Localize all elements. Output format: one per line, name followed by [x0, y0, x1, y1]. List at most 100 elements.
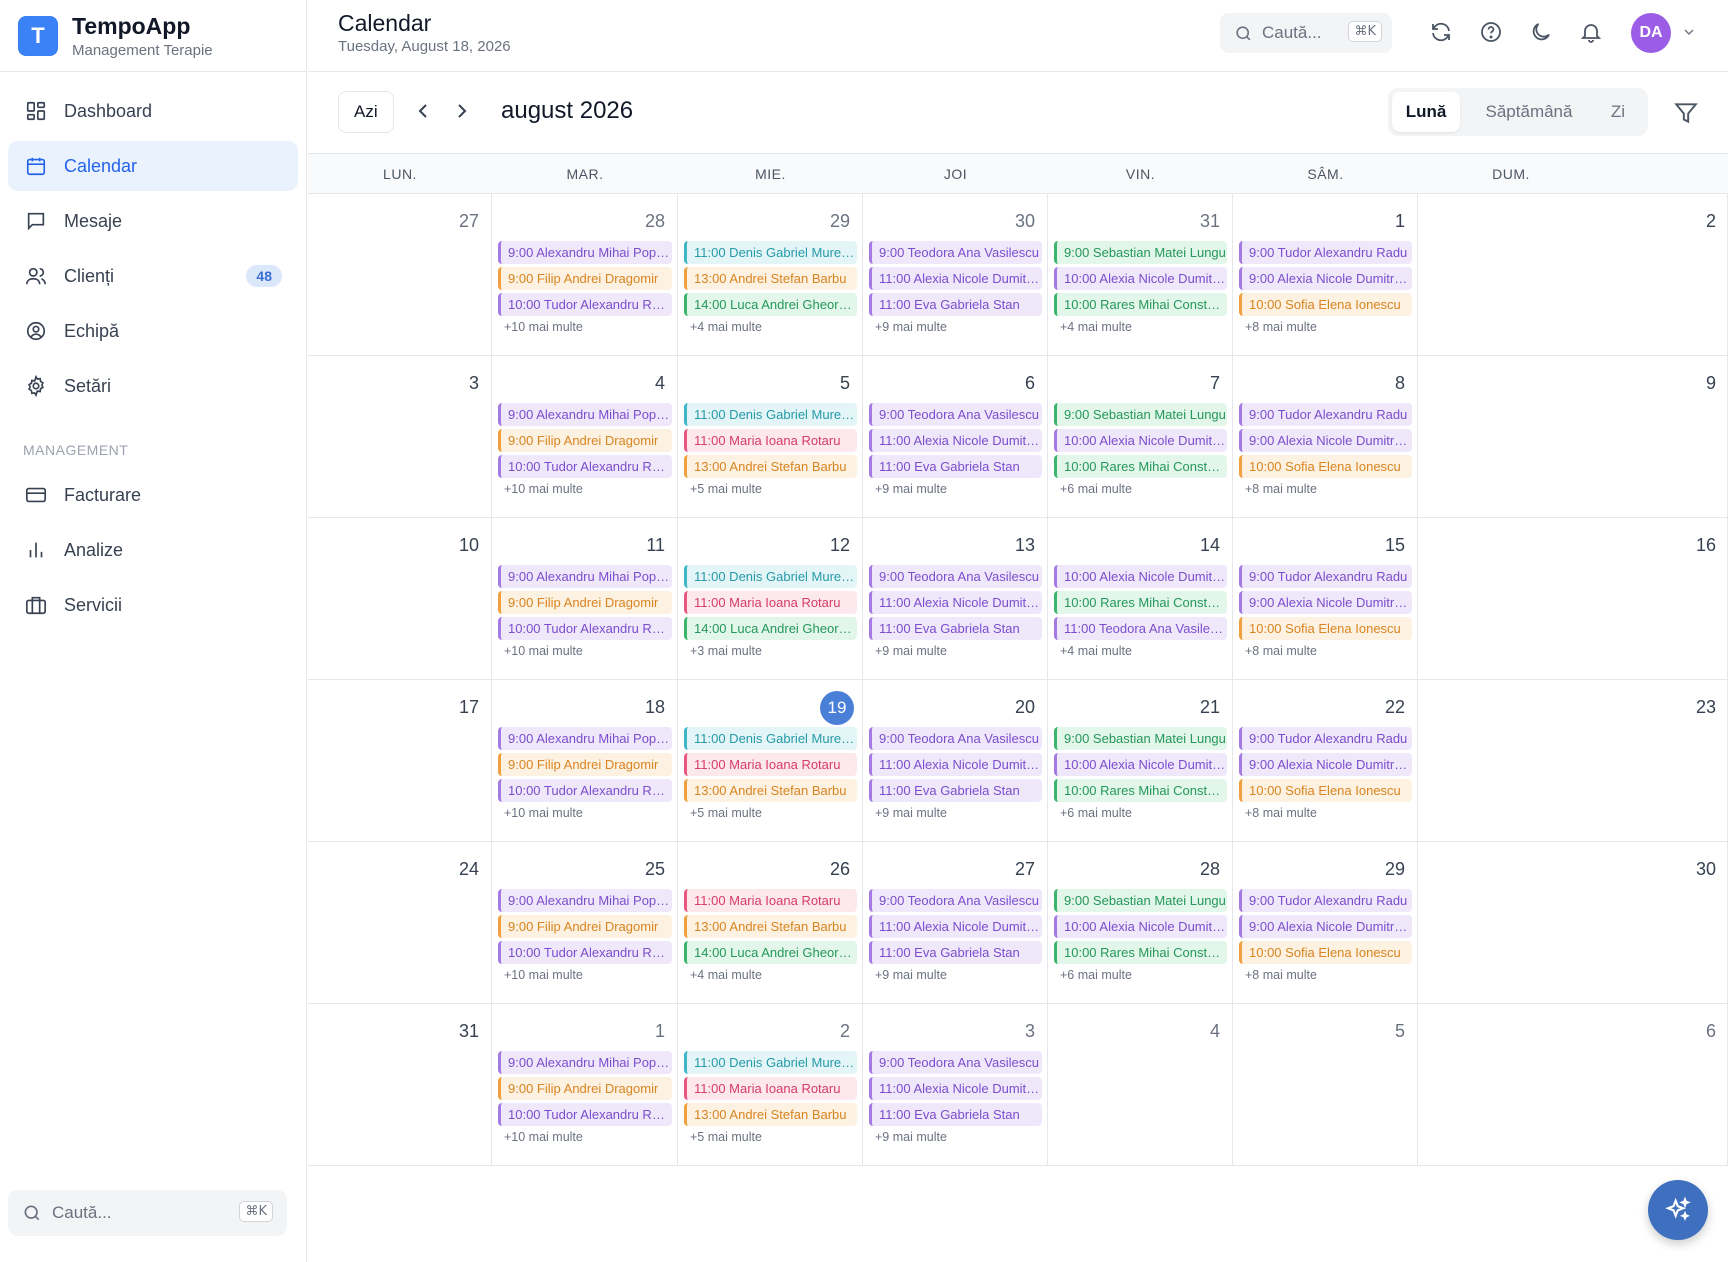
more-events-link[interactable]: +6 mai multe [1060, 806, 1132, 820]
event-chip[interactable]: 10:00 Rares Mihai Constantin [1054, 455, 1227, 478]
day-cell[interactable]: 23 [1418, 680, 1728, 842]
event-chip[interactable]: 11:00 Maria Ioana Rotaru [684, 753, 857, 776]
moon-icon[interactable] [1527, 18, 1555, 46]
sidebar-item-services[interactable]: Servicii [8, 580, 298, 630]
day-cell[interactable]: 11 9:00 Alexandru Mihai Popescu 9:00 Filip… [492, 518, 678, 680]
more-events-link[interactable]: +9 mai multe [875, 320, 947, 334]
event-chip[interactable]: 11:00 Alexia Nicole Dumitrescu [869, 429, 1042, 452]
day-cell[interactable]: 7 9:00 Sebastian Matei Lungu 10:00 Alexia … [1048, 356, 1233, 518]
event-chip[interactable]: 9:00 Teodora Ana Vasilescu [869, 1051, 1042, 1074]
day-cell[interactable]: 6 [1418, 1004, 1728, 1166]
day-cell[interactable]: 27 [308, 194, 492, 356]
event-chip[interactable]: 10:00 Sofia Elena Ionescu [1239, 779, 1412, 802]
event-chip[interactable]: 9:00 Sebastian Matei Lungu [1054, 403, 1227, 426]
event-chip[interactable]: 14:00 Luca Andrei Gheorghe [684, 293, 857, 316]
event-chip[interactable]: 9:00 Tudor Alexandru Radu [1239, 889, 1412, 912]
event-chip[interactable]: 10:00 Tudor Alexandru Radu [498, 779, 672, 802]
more-events-link[interactable]: +5 mai multe [690, 1130, 762, 1144]
event-chip[interactable]: 10:00 Rares Mihai Constantin [1054, 779, 1227, 802]
more-events-link[interactable]: +9 mai multe [875, 644, 947, 658]
event-chip[interactable]: 9:00 Tudor Alexandru Radu [1239, 727, 1412, 750]
day-cell[interactable]: 5 [1233, 1004, 1418, 1166]
more-events-link[interactable]: +3 mai multe [690, 644, 762, 658]
event-chip[interactable]: 10:00 Sofia Elena Ionescu [1239, 617, 1412, 640]
event-chip[interactable]: 11:00 Denis Gabriel Muresan [684, 727, 857, 750]
more-events-link[interactable]: +9 mai multe [875, 806, 947, 820]
event-chip[interactable]: 10:00 Alexia Nicole Dumitrescu [1054, 267, 1227, 290]
event-chip[interactable]: 10:00 Tudor Alexandru Radu [498, 293, 672, 316]
event-chip[interactable]: 11:00 Eva Gabriela Stan [869, 455, 1042, 478]
ai-assistant-button[interactable] [1648, 1180, 1708, 1240]
event-chip[interactable]: 11:00 Alexia Nicole Dumitrescu [869, 915, 1042, 938]
event-chip[interactable]: 9:00 Alexia Nicole Dumitrescu [1239, 591, 1412, 614]
event-chip[interactable]: 11:00 Maria Ioana Rotaru [684, 429, 857, 452]
more-events-link[interactable]: +8 mai multe [1245, 320, 1317, 334]
event-chip[interactable]: 11:00 Eva Gabriela Stan [869, 779, 1042, 802]
event-chip[interactable]: 9:00 Alexia Nicole Dumitrescu [1239, 753, 1412, 776]
day-cell[interactable]: 29 11:00 Denis Gabriel Muresan 13:00 Andre… [678, 194, 863, 356]
event-chip[interactable]: 10:00 Alexia Nicole Dumitrescu [1054, 753, 1227, 776]
view-month-button[interactable]: Lună [1392, 92, 1460, 132]
event-chip[interactable]: 9:00 Sebastian Matei Lungu [1054, 889, 1227, 912]
event-chip[interactable]: 9:00 Teodora Ana Vasilescu [869, 565, 1042, 588]
event-chip[interactable]: 10:00 Alexia Nicole Dumitrescu [1054, 429, 1227, 452]
more-events-link[interactable]: +4 mai multe [1060, 644, 1132, 658]
chevron-down-icon[interactable] [1681, 24, 1697, 45]
more-events-link[interactable]: +4 mai multe [1060, 320, 1132, 334]
event-chip[interactable]: 10:00 Alexia Nicole Dumitrescu [1054, 915, 1227, 938]
event-chip[interactable]: 14:00 Luca Andrei Gheorghe [684, 941, 857, 964]
day-cell[interactable]: 18 9:00 Alexandru Mihai Popescu 9:00 Filip… [492, 680, 678, 842]
more-events-link[interactable]: +4 mai multe [690, 968, 762, 982]
event-chip[interactable]: 11:00 Eva Gabriela Stan [869, 1103, 1042, 1126]
event-chip[interactable]: 10:00 Rares Mihai Constantin [1054, 941, 1227, 964]
day-cell[interactable]: 30 9:00 Teodora Ana Vasilescu 11:00 Alexia… [863, 194, 1048, 356]
more-events-link[interactable]: +10 mai multe [504, 968, 583, 982]
day-cell[interactable]: 29 9:00 Tudor Alexandru Radu 9:00 Alexia N… [1233, 842, 1418, 1004]
event-chip[interactable]: 11:00 Alexia Nicole Dumitrescu [869, 1077, 1042, 1100]
event-chip[interactable]: 11:00 Teodora Ana Vasilescu [1054, 617, 1227, 640]
event-chip[interactable]: 9:00 Sebastian Matei Lungu [1054, 727, 1227, 750]
refresh-icon[interactable] [1427, 18, 1455, 46]
sidebar-item-clients[interactable]: Clienți 48 [8, 251, 298, 301]
event-chip[interactable]: 9:00 Filip Andrei Dragomir [498, 915, 672, 938]
event-chip[interactable]: 9:00 Filip Andrei Dragomir [498, 753, 672, 776]
event-chip[interactable]: 9:00 Alexandru Mihai Popescu [498, 565, 672, 588]
chevron-right-icon[interactable] [450, 99, 474, 123]
day-cell[interactable]: 21 9:00 Sebastian Matei Lungu 10:00 Alexia… [1048, 680, 1233, 842]
header-search[interactable]: Caută... ⌘K [1220, 13, 1392, 53]
today-button[interactable]: Azi [338, 91, 394, 133]
event-chip[interactable]: 13:00 Andrei Stefan Barbu [684, 455, 857, 478]
day-cell[interactable]: 27 9:00 Teodora Ana Vasilescu 11:00 Alexia… [863, 842, 1048, 1004]
event-chip[interactable]: 9:00 Filip Andrei Dragomir [498, 429, 672, 452]
more-events-link[interactable]: +5 mai multe [690, 482, 762, 496]
event-chip[interactable]: 9:00 Filip Andrei Dragomir [498, 1077, 672, 1100]
day-cell[interactable]: 19 11:00 Denis Gabriel Muresan 11:00 Maria… [678, 680, 863, 842]
day-cell[interactable]: 14 10:00 Alexia Nicole Dumitrescu 10:00 Ra… [1048, 518, 1233, 680]
day-cell[interactable]: 3 9:00 Teodora Ana Vasilescu 11:00 Alexia … [863, 1004, 1048, 1166]
event-chip[interactable]: 11:00 Alexia Nicole Dumitrescu [869, 267, 1042, 290]
more-events-link[interactable]: +10 mai multe [504, 482, 583, 496]
day-cell[interactable]: 17 [308, 680, 492, 842]
event-chip[interactable]: 9:00 Teodora Ana Vasilescu [869, 727, 1042, 750]
more-events-link[interactable]: +10 mai multe [504, 320, 583, 334]
day-cell[interactable]: 13 9:00 Teodora Ana Vasilescu 11:00 Alexia… [863, 518, 1048, 680]
sidebar-search[interactable]: Caută... ⌘K [8, 1190, 287, 1236]
avatar[interactable]: DA [1631, 13, 1671, 53]
event-chip[interactable]: 9:00 Alexandru Mihai Popescu [498, 1051, 672, 1074]
day-cell[interactable]: 5 11:00 Denis Gabriel Muresan 11:00 Maria … [678, 356, 863, 518]
event-chip[interactable]: 9:00 Alexandru Mihai Popescu [498, 403, 672, 426]
event-chip[interactable]: 11:00 Eva Gabriela Stan [869, 941, 1042, 964]
sidebar-item-dashboard[interactable]: Dashboard [8, 86, 298, 136]
event-chip[interactable]: 10:00 Tudor Alexandru Radu [498, 617, 672, 640]
more-events-link[interactable]: +6 mai multe [1060, 968, 1132, 982]
view-week-button[interactable]: Săptămână [1470, 92, 1588, 132]
event-chip[interactable]: 11:00 Eva Gabriela Stan [869, 293, 1042, 316]
more-events-link[interactable]: +10 mai multe [504, 644, 583, 658]
event-chip[interactable]: 9:00 Tudor Alexandru Radu [1239, 565, 1412, 588]
day-cell[interactable]: 12 11:00 Denis Gabriel Muresan 11:00 Maria… [678, 518, 863, 680]
day-cell[interactable]: 2 11:00 Denis Gabriel Muresan 11:00 Maria … [678, 1004, 863, 1166]
event-chip[interactable]: 9:00 Sebastian Matei Lungu [1054, 241, 1227, 264]
day-cell[interactable]: 15 9:00 Tudor Alexandru Radu 9:00 Alexia N… [1233, 518, 1418, 680]
event-chip[interactable]: 11:00 Maria Ioana Rotaru [684, 1077, 857, 1100]
event-chip[interactable]: 11:00 Eva Gabriela Stan [869, 617, 1042, 640]
